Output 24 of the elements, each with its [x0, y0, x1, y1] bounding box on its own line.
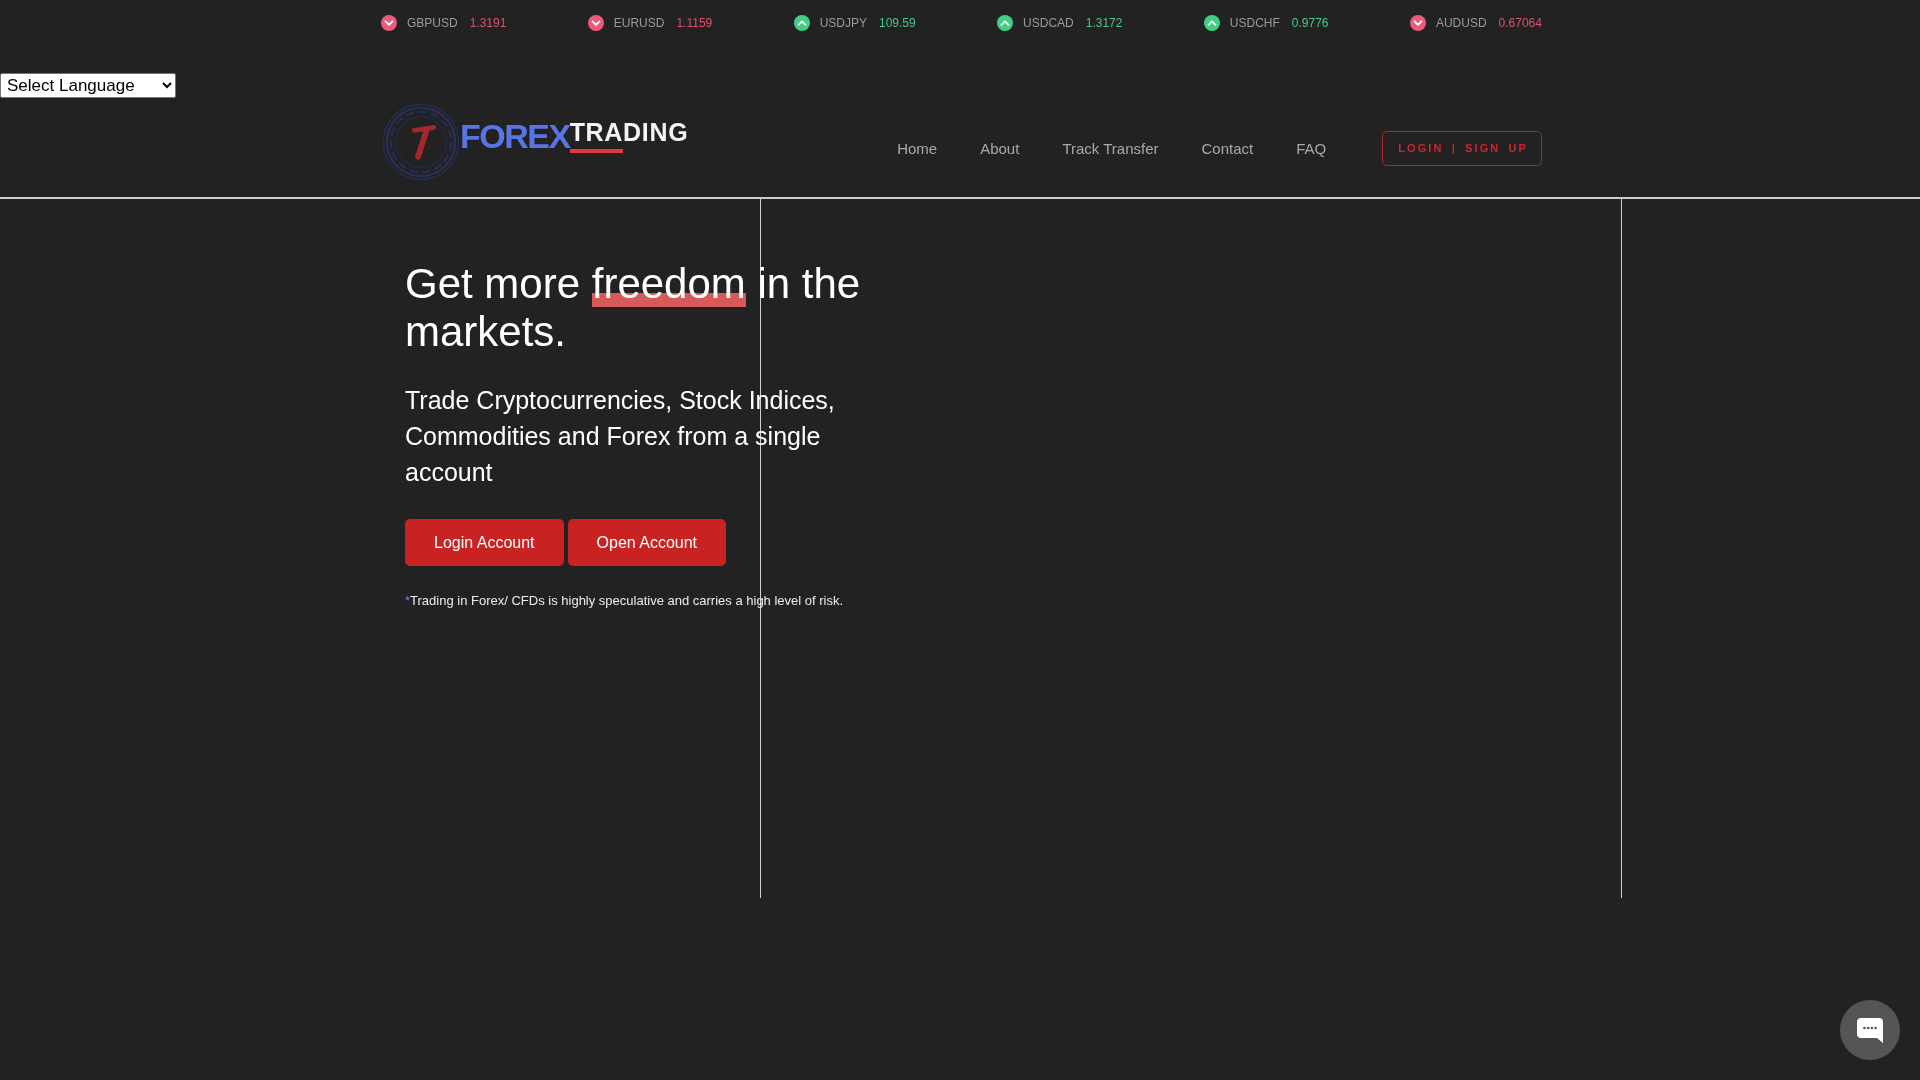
price-value: 1.3191	[469, 16, 507, 30]
price-value: 109.59	[878, 16, 916, 30]
chat-bubble-icon	[1857, 1017, 1883, 1043]
currency-pair: USDCHF	[1229, 16, 1280, 30]
nav-link[interactable]: Track Transfer	[1062, 139, 1159, 157]
currency-pair: GBPUSD	[407, 16, 458, 30]
currency-pair: EURUSD	[613, 16, 665, 30]
nav-link[interactable]: FAQ	[1296, 139, 1327, 157]
nav-link[interactable]: Home	[897, 139, 938, 157]
cta-button[interactable]: Open Account	[567, 519, 727, 566]
cta-button[interactable]: Login Account	[405, 519, 564, 566]
price-value: 0.9776	[1291, 16, 1329, 30]
ring-logo-icon	[382, 103, 460, 181]
language-select[interactable]: Select Language	[0, 73, 176, 98]
logo-text: FOREX	[460, 119, 570, 153]
nav-link[interactable]: About	[980, 139, 1020, 157]
chat-button[interactable]	[1840, 1000, 1900, 1060]
currency-pair: USDCAD	[1023, 16, 1074, 30]
price-value: 1.1159	[676, 16, 713, 30]
price-value: 0.67064	[1498, 16, 1542, 30]
currency-pair: AUDUSD	[1435, 16, 1487, 30]
currency-pair: USDJPY	[819, 16, 867, 30]
nav-link[interactable]: Contact	[1201, 139, 1254, 157]
price-value: 1.3172	[1085, 16, 1123, 30]
